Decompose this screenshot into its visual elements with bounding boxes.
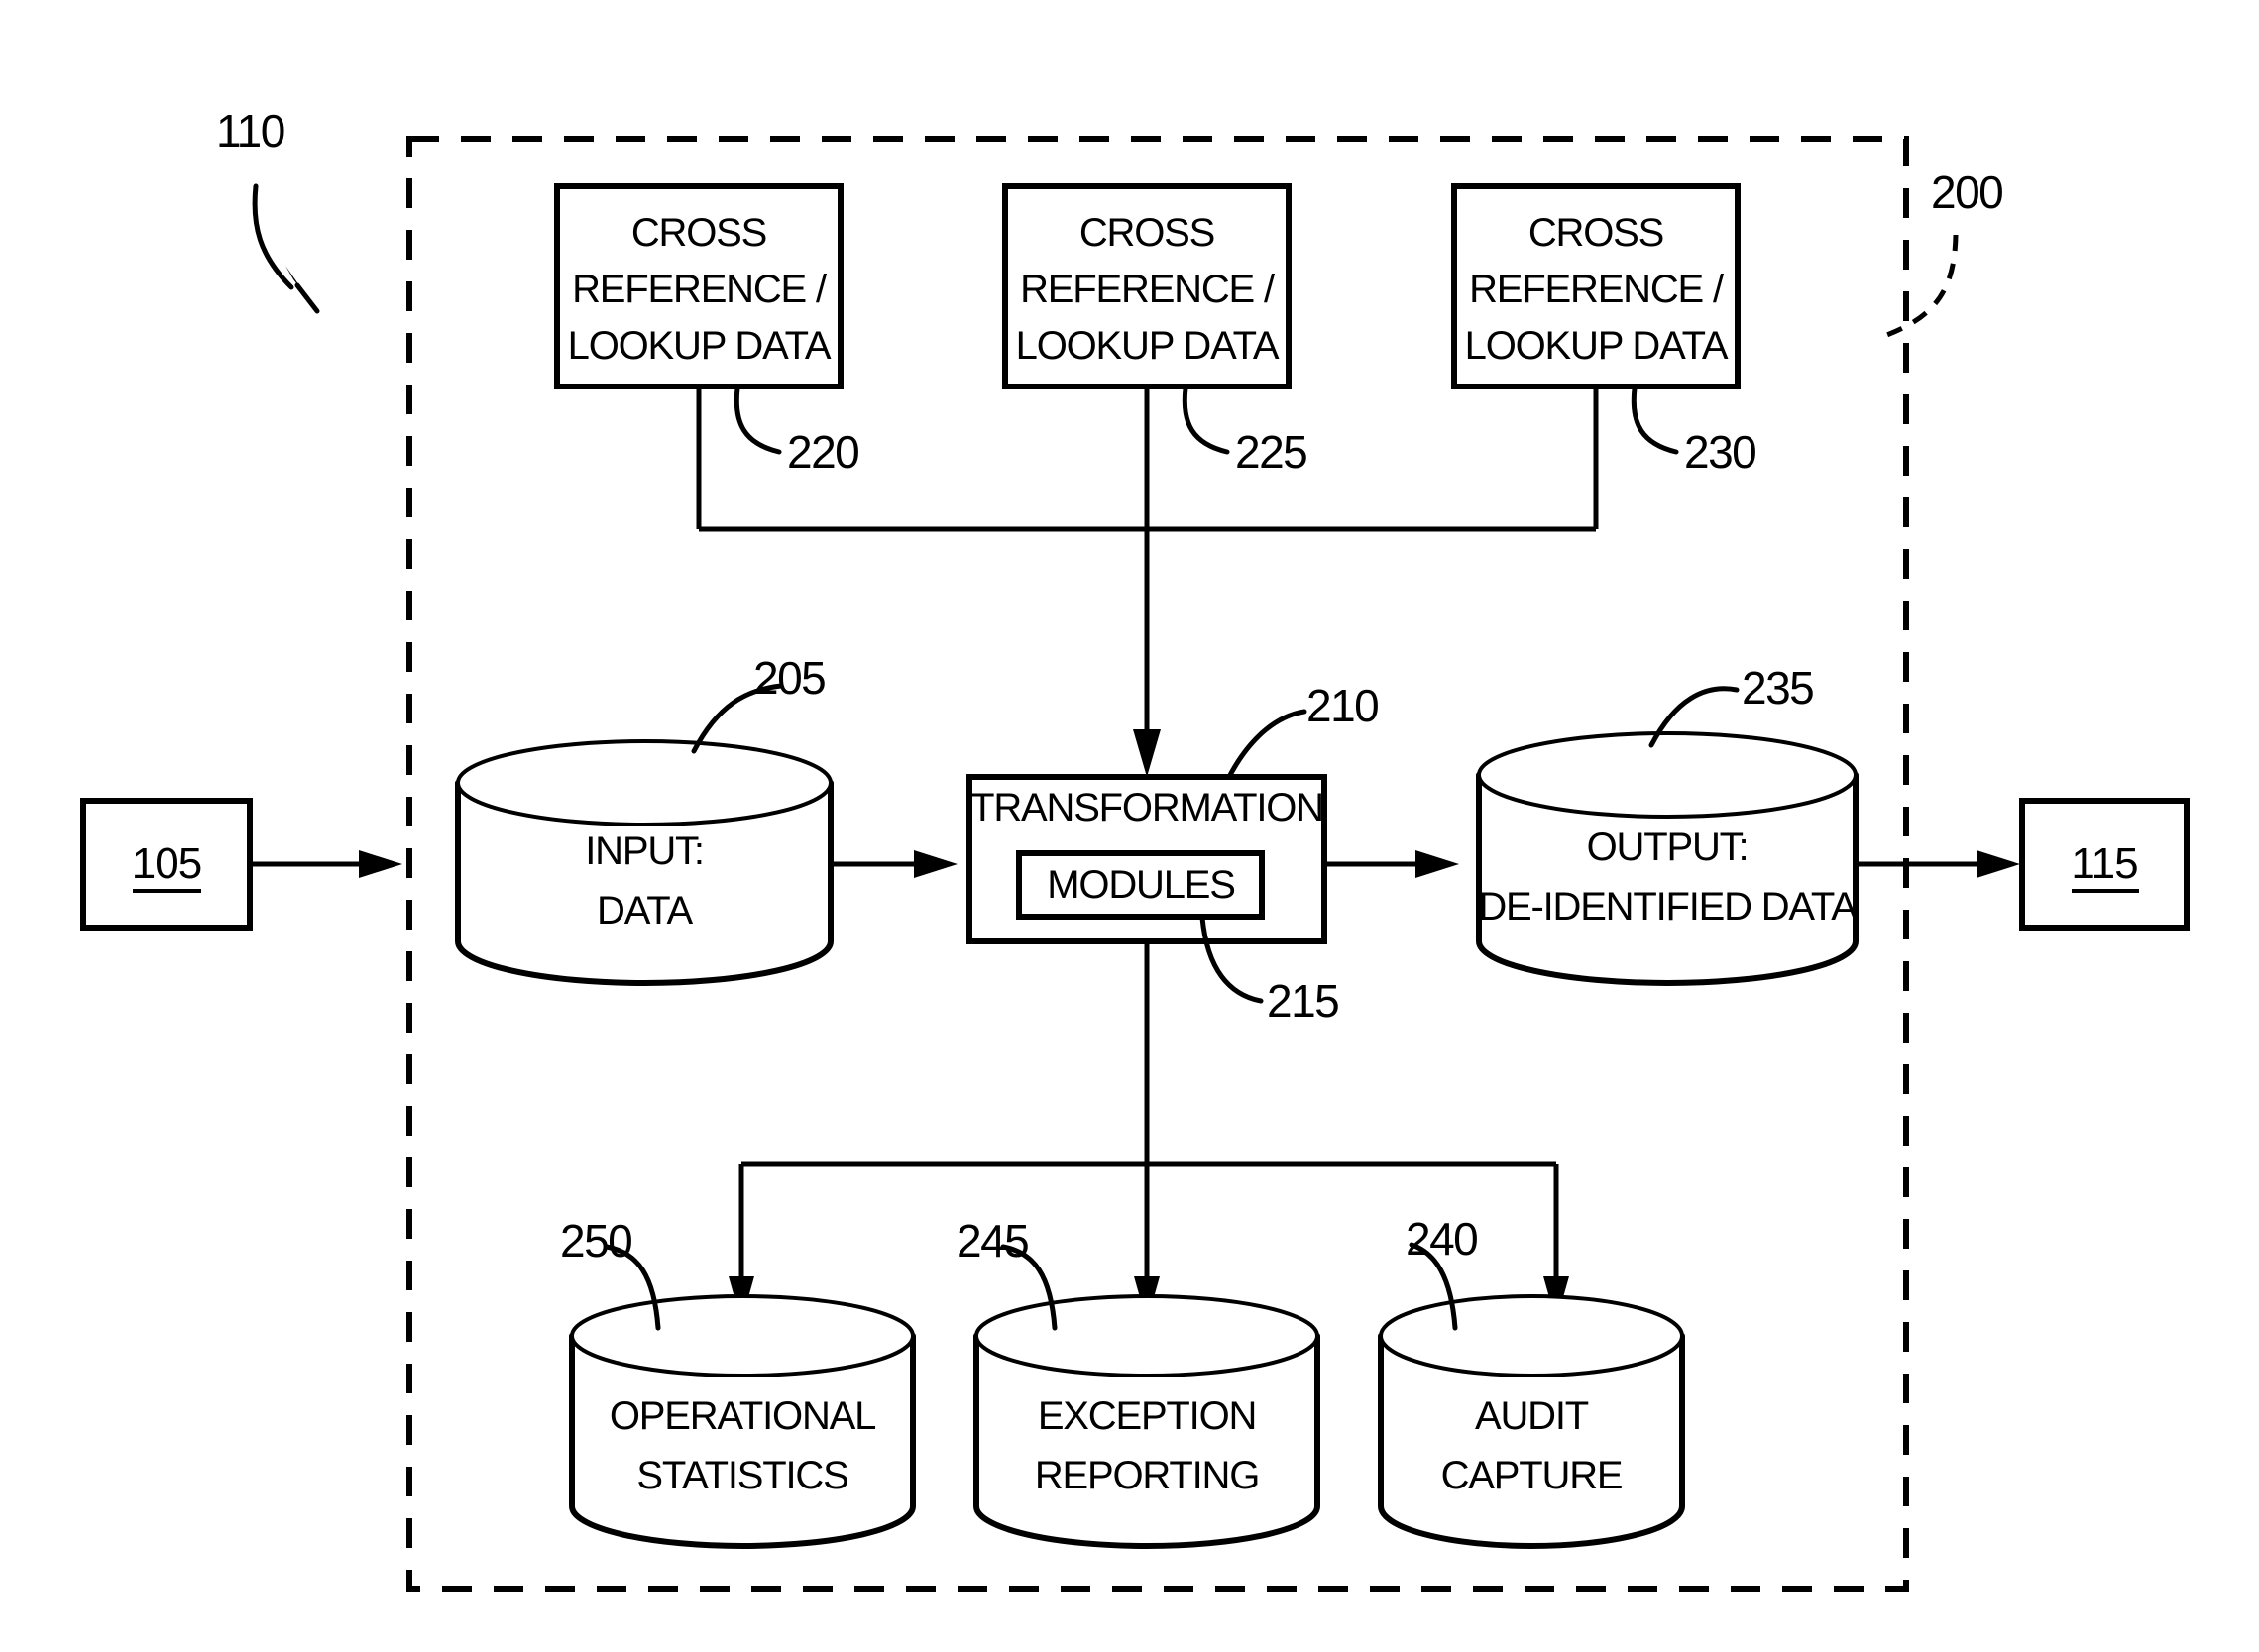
system-ref-leader-tail: [294, 282, 320, 314]
transformation-input-arrowhead: [1133, 729, 1161, 777]
input-port-label: 105: [132, 839, 201, 888]
patent-diagram: 110 200 CROSS REFERENCE / LOOKUP DATA 22…: [80, 105, 2190, 1592]
exception-reporting-line1: EXCEPTION: [1038, 1394, 1256, 1438]
output-port-label: 115: [2071, 839, 2137, 888]
output-store-ref: 235: [1742, 662, 1813, 714]
audit-capture-line2: CAPTURE: [1441, 1454, 1623, 1497]
input-data-store-line2: DATA: [597, 889, 693, 933]
transformation-title: TRANSFORMATION: [970, 786, 1323, 829]
lookup-box-2-line2: REFERENCE /: [1020, 268, 1276, 311]
exception-reporting-top: [974, 1294, 1319, 1377]
system-ref-leader: [252, 183, 294, 290]
audit-capture-store[interactable]: AUDIT CAPTURE: [1378, 1294, 1685, 1549]
input-store-ref: 205: [753, 652, 825, 704]
lookup-box-1-line1: CROSS: [631, 211, 766, 255]
lookup-box-2-ref: 225: [1235, 426, 1306, 478]
figure-canvas: 110 200 CROSS REFERENCE / LOOKUP DATA 22…: [0, 0, 2259, 1652]
input-data-store[interactable]: INPUT: DATA: [455, 739, 834, 986]
lookup-box-1-line3: LOOKUP DATA: [568, 324, 832, 368]
lookup-box-2-ref-leader: [1182, 385, 1230, 455]
lookup-box-1-ref-leader: [734, 385, 782, 455]
lookup-box-1-ref: 220: [787, 426, 858, 478]
boundary-ref-leader: [1880, 234, 1959, 340]
output-store-to-port-arrowhead: [1977, 850, 2020, 878]
exception-reporting-store[interactable]: EXCEPTION REPORTING: [973, 1294, 1320, 1549]
exception-reporting-line2: REPORTING: [1035, 1454, 1259, 1497]
transformation-modules-ref: 215: [1267, 975, 1338, 1027]
lookup-box-2-line1: CROSS: [1079, 211, 1214, 255]
lookup-box-3-ref: 230: [1684, 426, 1755, 478]
lookup-box-3-line3: LOOKUP DATA: [1465, 324, 1729, 368]
system-ref-label: 110: [216, 105, 284, 157]
audit-capture-line1: AUDIT: [1475, 1394, 1589, 1438]
operational-statistics-line2: STATISTICS: [636, 1454, 847, 1497]
input-port-to-store-arrowhead: [359, 850, 402, 878]
audit-capture-top: [1379, 1294, 1684, 1377]
input-store-to-transformation-arrowhead: [914, 850, 958, 878]
transformation-to-output-arrowhead: [1415, 850, 1459, 878]
output-data-store-line2: DE-IDENTIFIED DATA: [1478, 885, 1858, 929]
output-data-store-top: [1477, 731, 1858, 819]
lookup-box-3-ref-leader: [1631, 385, 1679, 455]
transformation-modules-label: MODULES: [1047, 863, 1234, 907]
output-data-store[interactable]: OUTPUT: DE-IDENTIFIED DATA: [1476, 731, 1859, 986]
lookup-box-3-line2: REFERENCE /: [1469, 268, 1725, 311]
lookup-box-1-line2: REFERENCE /: [572, 268, 828, 311]
boundary-ref-label: 200: [1931, 166, 2002, 218]
operational-statistics-store[interactable]: OPERATIONAL STATISTICS: [569, 1294, 916, 1549]
operational-statistics-line1: OPERATIONAL: [610, 1394, 875, 1438]
output-data-store-line1: OUTPUT:: [1587, 826, 1749, 869]
input-data-store-line1: INPUT:: [585, 829, 703, 873]
operational-statistics-top: [570, 1294, 915, 1377]
operational-statistics-ref: 250: [560, 1215, 631, 1267]
input-data-store-top: [456, 739, 833, 826]
transformation-ref: 210: [1306, 680, 1378, 731]
lookup-box-3-line1: CROSS: [1528, 211, 1663, 255]
lookup-box-2-line3: LOOKUP DATA: [1016, 324, 1280, 368]
transformation-ref-leader: [1226, 709, 1307, 780]
audit-capture-ref: 240: [1406, 1213, 1477, 1265]
exception-reporting-ref: 245: [957, 1215, 1028, 1267]
